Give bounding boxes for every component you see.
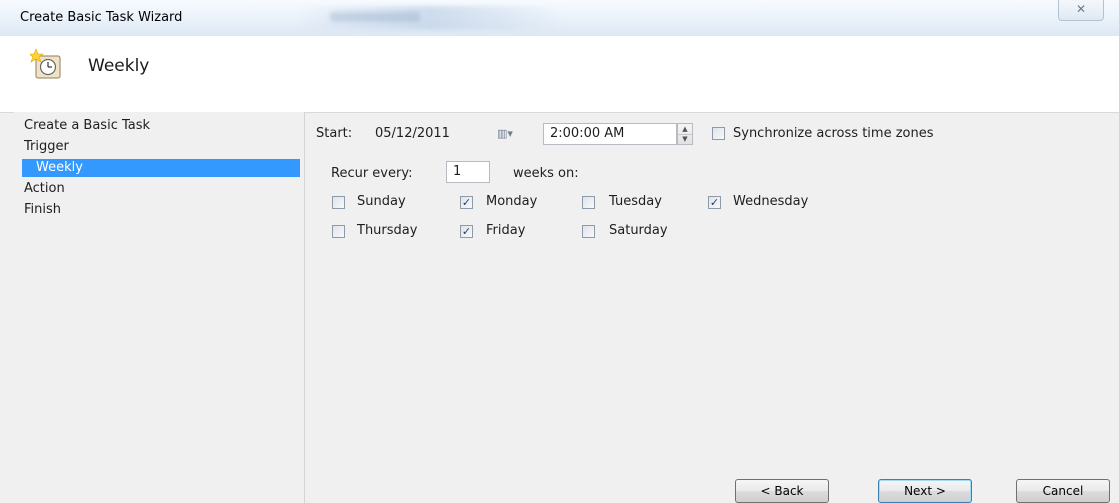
day-label-saturday: Saturday	[609, 223, 668, 238]
wizard-header: Weekly	[0, 36, 1119, 113]
day-checkbox-thursday[interactable]	[332, 225, 345, 238]
recur-weeks-input[interactable]: 1	[446, 161, 490, 183]
day-checkbox-monday[interactable]: ✓	[460, 196, 473, 209]
wizard-steps-sidebar: Create a Basic Task Trigger Weekly Actio…	[14, 112, 305, 503]
recur-weeks-value: 1	[453, 164, 462, 179]
day-label-tuesday: Tuesday	[609, 194, 662, 209]
start-date-value: 05/12/2011	[375, 126, 450, 141]
day-checkbox-wednesday[interactable]: ✓	[708, 196, 721, 209]
sidebar-item-label: Weekly	[36, 160, 83, 175]
day-checkbox-sunday[interactable]	[332, 196, 345, 209]
day-checkbox-tuesday[interactable]	[582, 196, 595, 209]
sidebar-item-action[interactable]: Action	[24, 181, 65, 196]
sidebar-item-weekly[interactable]: Weekly	[22, 159, 300, 177]
sync-timezones-label: Synchronize across time zones	[733, 126, 934, 141]
window-title: Create Basic Task Wizard	[20, 10, 183, 25]
start-time-field[interactable]: 2:00:00 AM	[543, 123, 677, 145]
start-date-field[interactable]: 05/12/2011	[368, 123, 486, 145]
calendar-icon: ▥▾	[497, 127, 513, 140]
cancel-button[interactable]: Cancel	[1016, 479, 1110, 503]
start-time-value: 2:00:00 AM	[550, 126, 625, 141]
next-button[interactable]: Next >	[878, 479, 972, 503]
time-spinner[interactable]: ▲ ▼	[677, 123, 693, 145]
day-label-monday: Monday	[486, 194, 538, 209]
background-window-ghost-text	[330, 12, 420, 22]
clock-icon	[30, 48, 61, 79]
page-title: Weekly	[88, 56, 150, 76]
sync-timezones-checkbox[interactable]	[712, 127, 725, 140]
sidebar-item-trigger[interactable]: Trigger	[24, 139, 69, 154]
title-bar: Create Basic Task Wizard ✕	[0, 0, 1119, 37]
recur-every-label: Recur every:	[331, 166, 413, 181]
day-checkbox-friday[interactable]: ✓	[460, 225, 473, 238]
day-label-friday: Friday	[486, 223, 526, 238]
day-label-wednesday: Wednesday	[733, 194, 809, 209]
weeks-on-label: weeks on:	[513, 166, 579, 181]
back-button[interactable]: < Back	[735, 479, 829, 503]
sidebar-item-create-basic-task[interactable]: Create a Basic Task	[24, 118, 150, 133]
close-button[interactable]: ✕	[1058, 0, 1104, 21]
day-checkbox-saturday[interactable]	[582, 225, 595, 238]
close-icon: ✕	[1075, 2, 1087, 16]
day-label-sunday: Sunday	[357, 194, 406, 209]
start-label: Start:	[316, 126, 353, 141]
day-label-thursday: Thursday	[357, 223, 418, 238]
spin-down-icon[interactable]: ▼	[678, 134, 692, 144]
sidebar-item-finish[interactable]: Finish	[24, 202, 61, 217]
calendar-dropdown-button[interactable]: ▥▾	[488, 124, 522, 144]
